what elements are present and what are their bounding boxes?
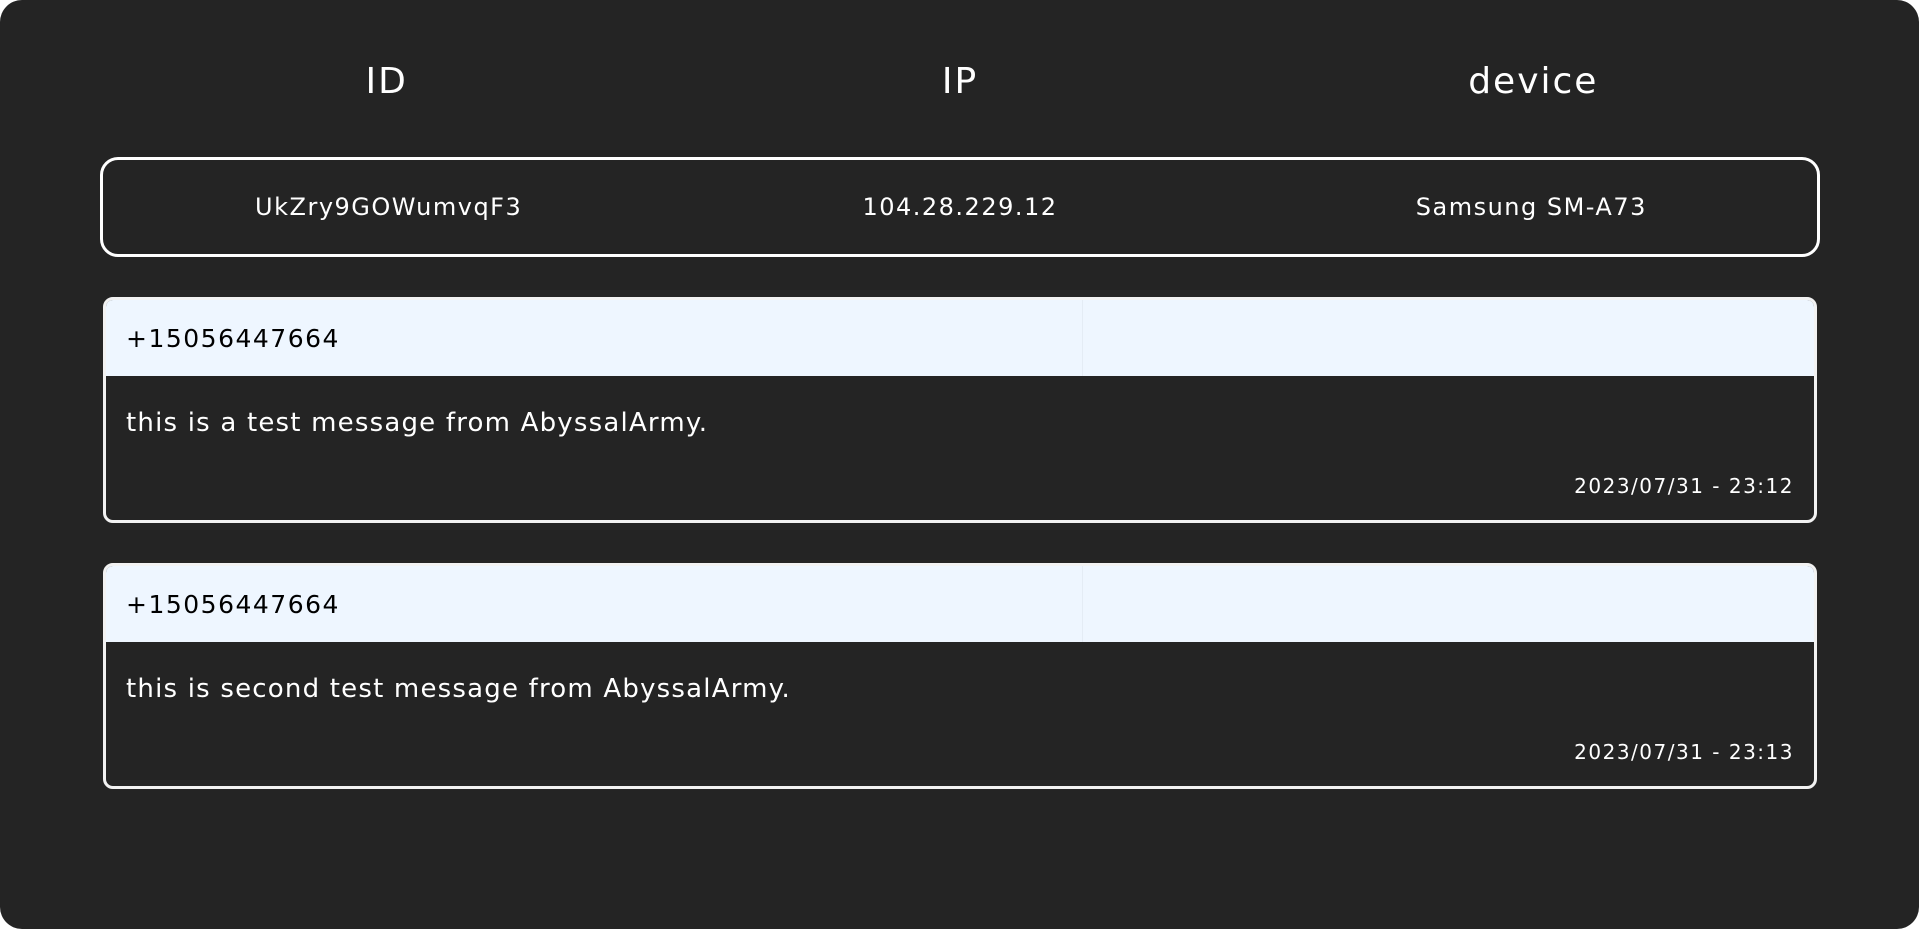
header-id: ID [365, 61, 408, 102]
message-text: this is a test message from AbyssalArmy. [126, 408, 709, 438]
table-header: ID IP device [100, 56, 1820, 108]
message-sender: +15056447664 [126, 323, 340, 353]
message-header: +15056447664 [106, 300, 1814, 376]
header-divider [1082, 300, 1083, 376]
client-ip: 104.28.229.12 [862, 193, 1058, 221]
message-sender: +15056447664 [126, 589, 340, 619]
message-card: +15056447664 this is a test message from… [103, 297, 1817, 523]
client-id: UkZry9GOWumvqF3 [255, 193, 523, 221]
message-header: +15056447664 [106, 566, 1814, 642]
client-info-row[interactable]: UkZry9GOWumvqF3 104.28.229.12 Samsung SM… [100, 157, 1820, 257]
header-divider [1082, 566, 1083, 642]
message-timestamp: 2023/07/31 - 23:12 [1574, 474, 1794, 498]
client-device: Samsung SM-A73 [1415, 193, 1647, 221]
message-card: +15056447664 this is second test message… [103, 563, 1817, 789]
message-timestamp: 2023/07/31 - 23:13 [1574, 740, 1794, 764]
header-ip: IP [941, 61, 979, 102]
main-panel: ID IP device UkZry9GOWumvqF3 104.28.229.… [0, 0, 1919, 929]
header-device: device [1468, 61, 1599, 102]
message-text: this is second test message from Abyssal… [126, 674, 792, 704]
